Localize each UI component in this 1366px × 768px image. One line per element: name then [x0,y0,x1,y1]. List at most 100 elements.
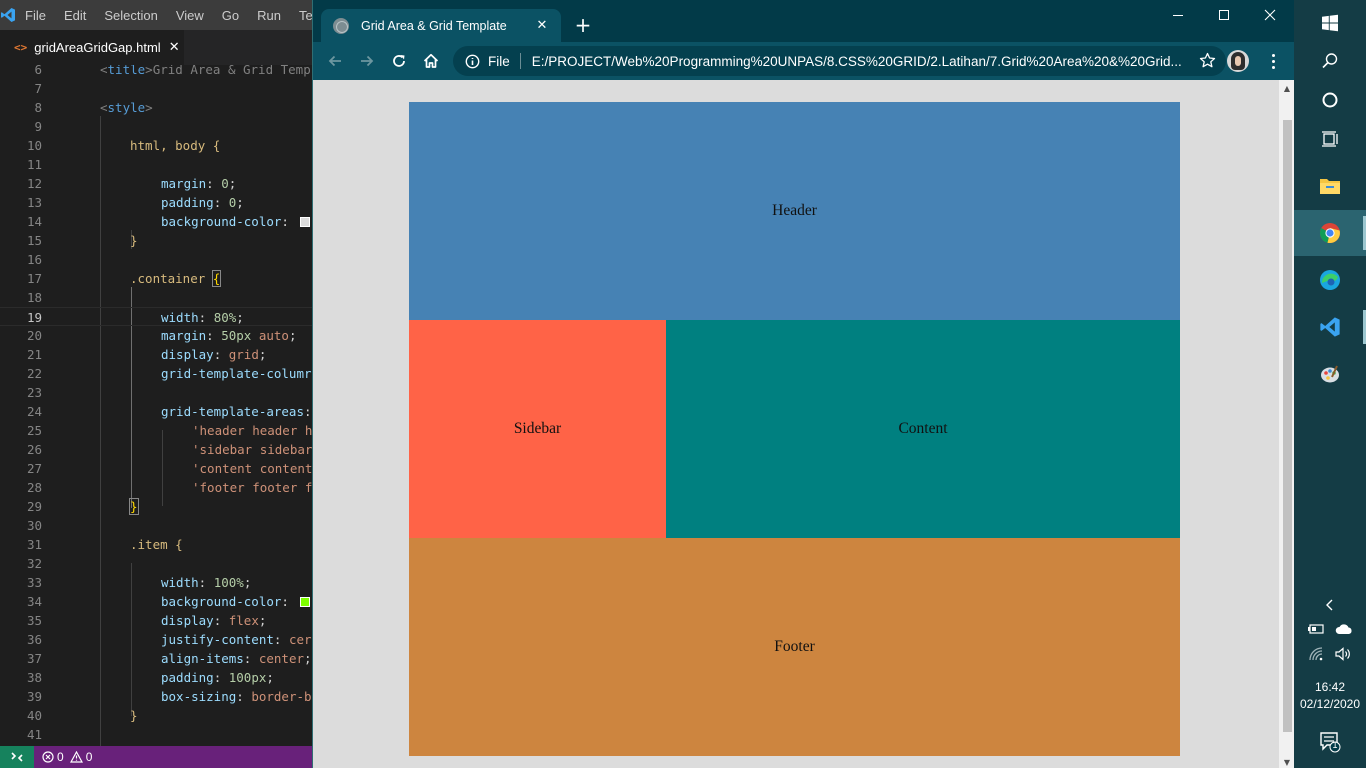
editor-tabbar: <> gridAreaGridGap.html ✕ [0,30,312,65]
code-editor[interactable]: 6 <title>Grid Area & Grid Temp 7 8 <style>… [0,65,312,746]
code-line: 14 background-color: [0,212,312,231]
code-line: 10 html, body { [26,138,221,153]
show-hidden-icons-chevron-icon[interactable] [1294,598,1366,612]
menu-selection[interactable]: Selection [95,8,166,23]
scroll-down-arrow-icon[interactable]: ▼ [1282,758,1292,768]
code-line: 15} [26,233,138,248]
menu-view[interactable]: View [167,8,213,23]
profile-avatar[interactable] [1227,50,1249,72]
grid-item-footer: Footer [409,538,1180,756]
code-line: 37 align-items: center; [26,651,312,666]
page-viewport: Header Sidebar Content Footer [313,80,1279,768]
windows-taskbar: 16:42 02/12/2020 1 [1294,0,1366,768]
maximize-icon[interactable] [1201,0,1247,30]
code-line: 41 [26,727,42,742]
action-center-icon[interactable]: 1 [1318,730,1342,754]
browser-tab[interactable]: Grid Area & Grid Template ✕ [321,9,561,42]
file-explorer-icon[interactable] [1294,163,1366,209]
scroll-up-arrow-icon[interactable]: ▲ [1282,84,1292,94]
code-line: 7 [34,81,42,96]
edge-icon[interactable] [1294,257,1366,303]
page-scrollbar[interactable]: ▲ ▼ [1279,80,1294,768]
code-line: 30 [26,518,42,533]
code-line: 24 grid-template-areas: [26,404,312,419]
onedrive-cloud-icon[interactable] [1335,622,1353,636]
chrome-menu-icon[interactable] [1263,51,1283,71]
grid-item-header: Header [409,102,1180,320]
forward-arrow-icon[interactable] [353,47,381,75]
menu-file[interactable]: File [16,8,55,23]
omnibox-divider [519,53,521,69]
code-line: 39 box-sizing: border-b [26,689,312,704]
code-line: 23 [26,385,42,400]
tray-row-2 [1294,646,1366,662]
info-icon[interactable] [465,54,480,69]
vscode-statusbar: 0 0 [0,746,312,768]
back-arrow-icon[interactable] [321,47,349,75]
scrollbar-thumb[interactable] [1283,120,1292,732]
code-line-current: 19 width: 80%; [0,307,312,326]
code-line: 17 .container { [26,270,222,287]
code-line: 8 <style> [34,100,153,115]
new-tab-button[interactable]: + [571,13,595,37]
tab-close-icon[interactable]: ✕ [169,40,180,55]
vscode-logo-icon [0,0,16,30]
tab-title: Grid Area & Grid Template [361,18,507,33]
code-line: 31 .item { [26,537,183,552]
editor-tab-html[interactable]: <> gridAreaGridGap.html ✕ [0,30,184,65]
code-line: 22 grid-template-columr [26,366,312,381]
code-line: 6 <title>Grid Area & Grid Temp [34,65,311,77]
editor-tab-label: gridAreaGridGap.html [34,40,161,55]
chrome-window: Grid Area & Grid Template ✕ + File E:/PR… [312,0,1294,768]
code-line: 32 [26,556,42,571]
menu-edit[interactable]: Edit [55,8,95,23]
code-line: 35 display: flex; [26,613,267,628]
problems-indicator[interactable]: 0 0 [34,750,92,764]
code-line: 18 [26,290,42,305]
clock-date[interactable]: 02/12/2020 [1294,697,1366,711]
html-file-icon: <> [14,41,28,54]
globe-icon [333,17,349,34]
notification-count: 1 [1332,740,1338,750]
code-line: 28'footer footer f [26,480,312,495]
code-line: 27'content content [26,461,312,476]
reload-icon[interactable] [385,47,413,75]
color-swatch[interactable] [300,597,311,607]
vscode-icon[interactable] [1294,304,1366,350]
error-icon [42,751,54,763]
code-line: 38 padding: 100px; [26,670,274,685]
code-line: 34 background-color: [0,592,312,611]
code-line: 21 display: grid; [26,347,267,362]
battery-icon[interactable] [1307,622,1325,636]
address-bar[interactable]: File E:/PROJECT/Web%20Programming%20UNPA… [453,46,1226,76]
grid-item-sidebar: Sidebar [409,320,666,538]
error-count: 0 [57,750,64,764]
code-line: 13 padding: 0; [26,195,244,210]
minimize-icon[interactable] [1155,0,1201,30]
scheme-label: File [488,53,510,69]
volume-icon[interactable] [1334,646,1352,662]
code-line: 33 width: 100%; [26,575,252,590]
bookmark-star-icon[interactable] [1199,52,1216,69]
code-line: 12 margin: 0; [26,176,237,191]
color-swatch[interactable] [300,217,311,227]
home-icon[interactable] [417,47,445,75]
remote-indicator-icon[interactable] [0,746,34,768]
code-line: 11 [26,157,42,172]
chrome-toolbar: File E:/PROJECT/Web%20Programming%20UNPA… [313,42,1294,80]
chrome-titlebar: Grid Area & Grid Template ✕ + [313,0,1294,42]
chrome-icon[interactable] [1294,210,1366,256]
tab-close-icon[interactable]: ✕ [531,18,553,33]
warning-count: 0 [85,750,93,764]
code-line: 36 justify-content: cer [26,632,312,647]
url-text[interactable]: E:/PROJECT/Web%20Programming%20UNPAS/8.C… [532,54,1182,69]
task-view-icon[interactable] [1294,116,1366,162]
clock-time[interactable]: 16:42 [1294,680,1366,694]
paint-icon[interactable] [1294,351,1366,397]
close-window-icon[interactable] [1247,0,1293,30]
menu-terminal[interactable]: Te [290,8,312,23]
menu-go[interactable]: Go [213,8,248,23]
menu-run[interactable]: Run [248,8,290,23]
wifi-icon[interactable] [1308,646,1324,662]
code-line: 20 margin: 50px auto; [26,328,297,343]
